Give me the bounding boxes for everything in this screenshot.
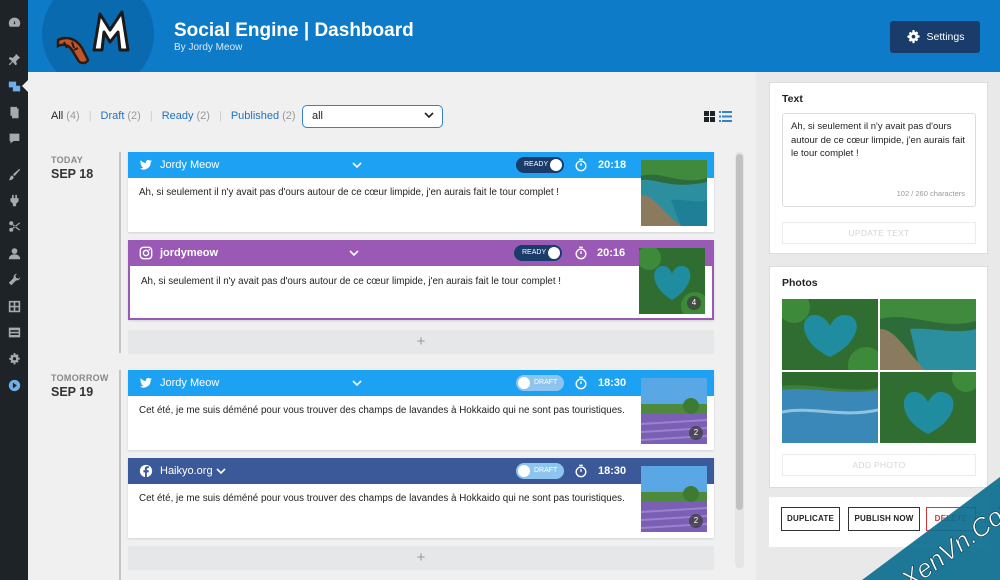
photo-tile[interactable] xyxy=(880,299,976,370)
social-engine-icon[interactable] xyxy=(6,78,22,94)
post-photo[interactable]: 2 xyxy=(641,466,707,532)
chevron-down-icon[interactable] xyxy=(352,378,362,388)
watermark-logo: XenVn.Com xyxy=(862,476,1000,580)
post-time[interactable]: 18:30 xyxy=(598,377,626,389)
app-logo xyxy=(42,0,154,72)
post-photo[interactable] xyxy=(641,160,707,226)
photo-count-badge: 2 xyxy=(689,426,703,440)
list-view-icon[interactable] xyxy=(719,111,732,122)
day-timeline xyxy=(119,152,121,353)
dashboard-icon[interactable] xyxy=(6,14,22,30)
add-post-button[interactable]: + xyxy=(128,546,714,570)
update-text-button[interactable]: UPDATE TEXT xyxy=(782,222,976,244)
gear-icon[interactable] xyxy=(6,351,22,367)
account-select-value: all xyxy=(312,110,324,122)
users-icon[interactable] xyxy=(6,245,22,261)
photo-tile[interactable] xyxy=(782,299,878,370)
wrench-icon[interactable] xyxy=(6,271,22,287)
char-count: 102 / 260 characters xyxy=(896,188,965,198)
day-timeline xyxy=(119,370,121,580)
twitter-icon xyxy=(139,377,153,388)
comments-icon[interactable] xyxy=(6,130,22,146)
filter-published[interactable]: Published (2) xyxy=(231,110,296,122)
admin-sidebar xyxy=(0,0,28,580)
timer-icon xyxy=(575,158,587,172)
status-filters: All (4) | Draft (2) | Ready (2) | Published… xyxy=(51,110,296,122)
post-card[interactable]: Jordy Meow READY 20:18 Ah, si seulement … xyxy=(128,152,714,232)
chevron-down-icon[interactable] xyxy=(352,160,362,170)
post-time[interactable]: 20:16 xyxy=(597,247,625,259)
duplicate-button[interactable]: DUPLICATE xyxy=(781,507,840,531)
photos-section-title: Photos xyxy=(782,277,818,289)
page-title: Social Engine | Dashboard xyxy=(174,20,414,41)
tools-scissors-icon[interactable] xyxy=(6,218,22,234)
app-header: Social Engine | Dashboard By Jordy Meow … xyxy=(28,0,1000,72)
appearance-icon[interactable] xyxy=(6,166,22,182)
post-text: Ah, si seulement il n'y avait pas d'ours… xyxy=(141,276,561,287)
account-name[interactable]: Jordy Meow xyxy=(160,159,219,171)
account-select[interactable]: all xyxy=(302,105,443,128)
photo-count-badge: 2 xyxy=(689,514,703,528)
active-menu-arrow xyxy=(22,80,28,92)
pages-icon[interactable] xyxy=(6,104,22,120)
add-post-button[interactable]: + xyxy=(128,330,714,354)
page-subtitle: By Jordy Meow xyxy=(174,42,243,53)
post-text: Cet été, je me suis déméné pour vous tro… xyxy=(139,493,625,504)
text-editor-box: Text Ah, si seulement il n'y avait pas d… xyxy=(769,82,988,254)
post-card[interactable]: Haikyo.org DRAFT 18:30 Cet été, je me su… xyxy=(128,458,714,538)
status-toggle[interactable]: DRAFT xyxy=(516,375,564,391)
facebook-icon xyxy=(139,464,153,478)
grid-view-icon[interactable] xyxy=(704,111,715,122)
day-date: SEP 19 xyxy=(51,385,94,399)
photo-tile[interactable] xyxy=(782,372,878,443)
plugins-icon[interactable] xyxy=(6,192,22,208)
post-card-selected[interactable]: jordymeow READY 20:16 Ah, si seulement i… xyxy=(128,240,714,320)
filter-draft[interactable]: Draft (2) xyxy=(101,110,141,122)
chevron-down-icon[interactable] xyxy=(216,466,226,476)
post-text: Ah, si seulement il n'y avait pas d'ours… xyxy=(139,187,559,198)
post-text: Cet été, je me suis déméné pour vous tro… xyxy=(139,405,625,416)
photo-tile[interactable] xyxy=(880,372,976,443)
pin-icon[interactable] xyxy=(6,51,22,67)
account-name[interactable]: jordymeow xyxy=(160,247,218,259)
chevron-down-icon[interactable] xyxy=(349,248,359,258)
filter-ready[interactable]: Ready (2) xyxy=(162,110,210,122)
photos-box: Photos ADD PHOTO xyxy=(769,266,988,488)
settings-grid-icon[interactable] xyxy=(6,298,22,314)
day-label: TODAY xyxy=(51,155,84,165)
status-toggle[interactable]: DRAFT xyxy=(516,463,564,479)
chevron-down-icon xyxy=(424,112,434,119)
text-section-title: Text xyxy=(782,93,803,105)
post-card[interactable]: Jordy Meow DRAFT 18:30 Cet été, je me su… xyxy=(128,370,714,450)
scrollbar-thumb[interactable] xyxy=(736,154,743,510)
gear-icon xyxy=(906,29,920,43)
play-circle-icon[interactable] xyxy=(6,377,22,393)
instagram-icon xyxy=(139,246,153,260)
status-toggle[interactable]: READY xyxy=(516,157,564,173)
table-icon[interactable] xyxy=(6,324,22,340)
settings-button[interactable]: Settings xyxy=(890,21,980,53)
status-toggle[interactable]: READY xyxy=(514,245,562,261)
timer-icon xyxy=(575,464,587,478)
post-time[interactable]: 18:30 xyxy=(598,465,626,477)
post-photo[interactable]: 4 xyxy=(639,248,705,314)
account-name[interactable]: Jordy Meow xyxy=(160,377,219,389)
twitter-icon xyxy=(139,159,153,170)
post-photo[interactable]: 2 xyxy=(641,378,707,444)
post-text-input[interactable]: Ah, si seulement il n'y avait pas d'ours… xyxy=(782,113,976,207)
day-date: SEP 18 xyxy=(51,167,94,181)
settings-label: Settings xyxy=(926,31,965,43)
day-label: TOMORROW xyxy=(51,373,109,383)
timer-icon xyxy=(575,246,587,260)
filter-all[interactable]: All (4) xyxy=(51,110,80,122)
post-time[interactable]: 20:18 xyxy=(598,159,626,171)
photos-grid xyxy=(782,299,976,443)
account-name[interactable]: Haikyo.org xyxy=(160,465,213,477)
timer-icon xyxy=(575,376,587,390)
photo-count-badge: 4 xyxy=(687,296,701,310)
